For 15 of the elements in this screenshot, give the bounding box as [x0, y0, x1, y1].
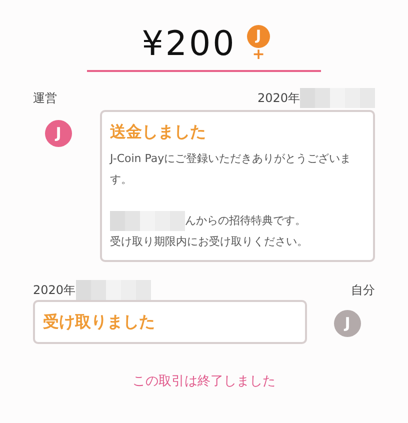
date-text: 2020年 [257, 90, 300, 107]
amount-text: ¥200 [142, 24, 236, 64]
message-text: んからの招待特典です。 [185, 213, 306, 229]
coin-icon: J [247, 25, 270, 48]
message-text: 受け取り期限内にお受け取りください。 [110, 234, 308, 250]
sender-label: 運営 [33, 90, 57, 107]
date-text: 2020年 [33, 282, 76, 299]
status-text: この取引は終了しました [132, 373, 276, 391]
avatar-icon: J [334, 310, 361, 337]
sender-label: 自分 [351, 282, 375, 299]
message-title: 送金しました [110, 121, 207, 143]
message-title: 受け取りました [43, 311, 156, 333]
message-text: J-Coin Payにご登録いただきありがとうございます。 [110, 151, 352, 188]
avatar-icon: J [45, 120, 72, 147]
plus-icon: + [252, 48, 265, 61]
